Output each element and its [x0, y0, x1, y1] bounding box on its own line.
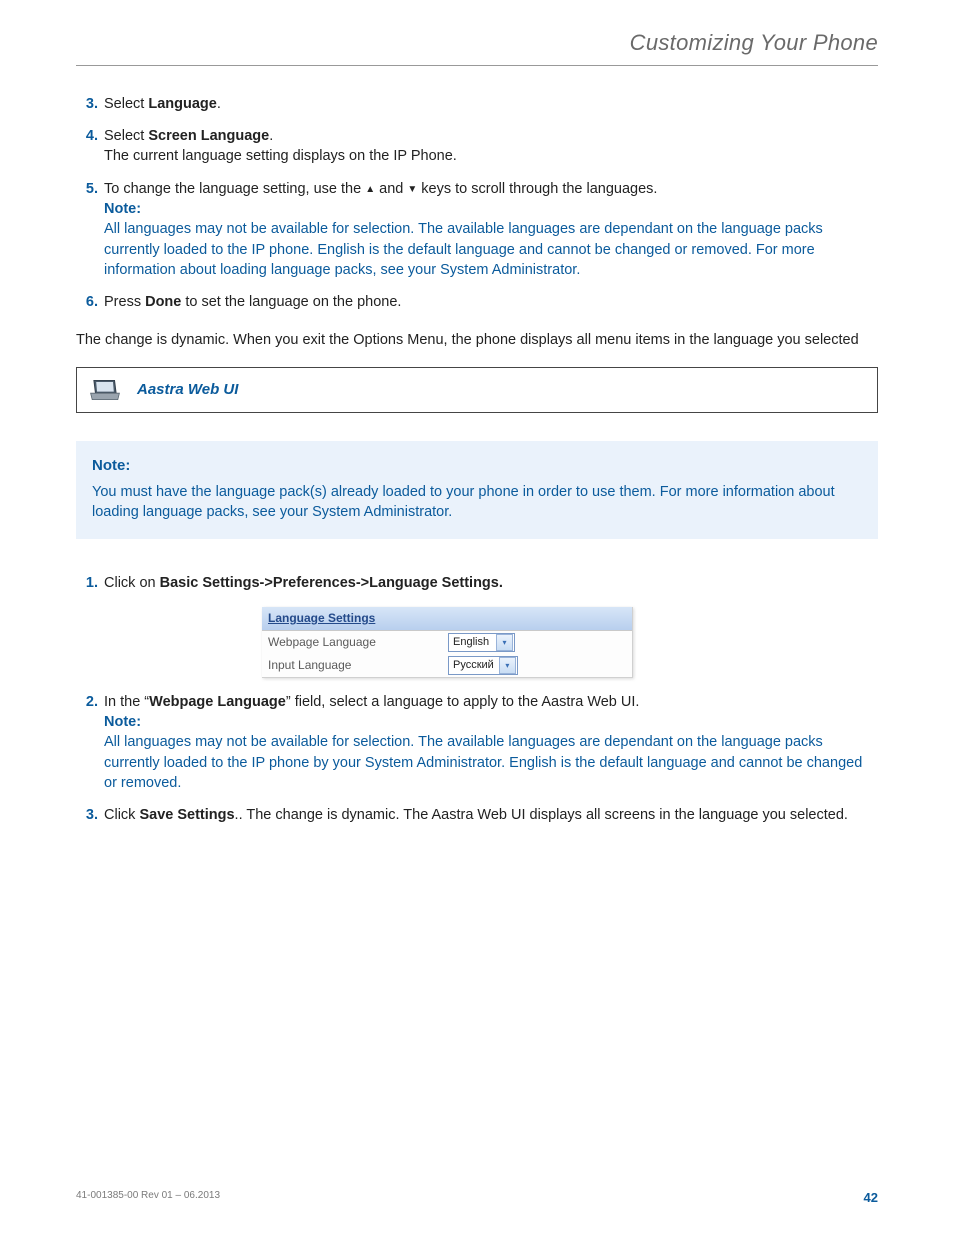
- webpage-language-dropdown[interactable]: English ▾: [448, 633, 515, 652]
- web-step-1: 1. Click on Basic Settings->Preferences-…: [76, 573, 878, 593]
- dropdown-value: Русский: [449, 658, 498, 673]
- input-language-dropdown[interactable]: Русский ▾: [448, 656, 518, 675]
- setting-label: Webpage Language: [268, 634, 448, 651]
- web-step-3: 3. Click Save Settings.. The change is d…: [76, 805, 878, 825]
- note-text: You must have the language pack(s) alrea…: [92, 482, 862, 523]
- web-step-2: 2. In the “Webpage Language” field, sele…: [76, 692, 878, 793]
- dropdown-value: English: [449, 635, 495, 650]
- step-text: Click Save Settings.. The change is dyna…: [104, 805, 878, 825]
- step-text: Select Screen Language. The current lang…: [104, 126, 878, 167]
- step-number: 1.: [76, 573, 98, 593]
- up-arrow-icon: ▲: [365, 183, 375, 197]
- settings-row: Input Language Русский ▾: [262, 654, 632, 677]
- note-label: Note:: [104, 201, 141, 217]
- web-ui-heading-bar: Aastra Web UI: [76, 367, 878, 413]
- step-text: Click on Basic Settings->Preferences->La…: [104, 573, 878, 593]
- note-label: Note:: [92, 457, 130, 474]
- settings-panel-header: Language Settings: [262, 607, 632, 631]
- step-text: Select Language.: [104, 94, 878, 114]
- settings-row: Webpage Language English ▾: [262, 631, 632, 654]
- language-settings-panel: Language Settings Webpage Language Engli…: [262, 607, 633, 678]
- step-6: 6. Press Done to set the language on the…: [76, 292, 878, 312]
- step-3: 3. Select Language.: [76, 94, 878, 114]
- step-4: 4. Select Screen Language. The current l…: [76, 126, 878, 167]
- step-number: 3.: [76, 94, 98, 114]
- step-5: 5. To change the language setting, use t…: [76, 179, 878, 280]
- down-arrow-icon: ▼: [407, 183, 417, 197]
- note-text: All languages may not be available for s…: [104, 734, 862, 791]
- dynamic-change-paragraph: The change is dynamic. When you exit the…: [76, 330, 878, 350]
- chevron-down-icon: ▾: [499, 657, 516, 674]
- page-number: 42: [864, 1189, 878, 1207]
- header-divider: [76, 65, 878, 66]
- setting-label: Input Language: [268, 657, 448, 674]
- note-text: All languages may not be available for s…: [104, 221, 823, 278]
- web-ui-title: Aastra Web UI: [137, 379, 238, 400]
- step-number: 4.: [76, 126, 98, 167]
- revision-text: 41-001385-00 Rev 01 – 06.2013: [76, 1189, 220, 1207]
- page-header-title: Customizing Your Phone: [76, 28, 878, 59]
- step-number: 2.: [76, 692, 98, 793]
- step-text: Press Done to set the language on the ph…: [104, 292, 878, 312]
- note-box: Note: You must have the language pack(s)…: [76, 441, 878, 539]
- chevron-down-icon: ▾: [496, 634, 513, 651]
- step-number: 6.: [76, 292, 98, 312]
- step-number: 5.: [76, 179, 98, 280]
- step-text: To change the language setting, use the …: [104, 179, 878, 280]
- laptop-icon: [89, 376, 121, 404]
- document-page: Customizing Your Phone 3. Select Languag…: [0, 0, 954, 1235]
- step-text: In the “Webpage Language” field, select …: [104, 692, 878, 793]
- note-label: Note:: [104, 714, 141, 730]
- step-number: 3.: [76, 805, 98, 825]
- page-footer: 41-001385-00 Rev 01 – 06.2013 42: [76, 1189, 878, 1207]
